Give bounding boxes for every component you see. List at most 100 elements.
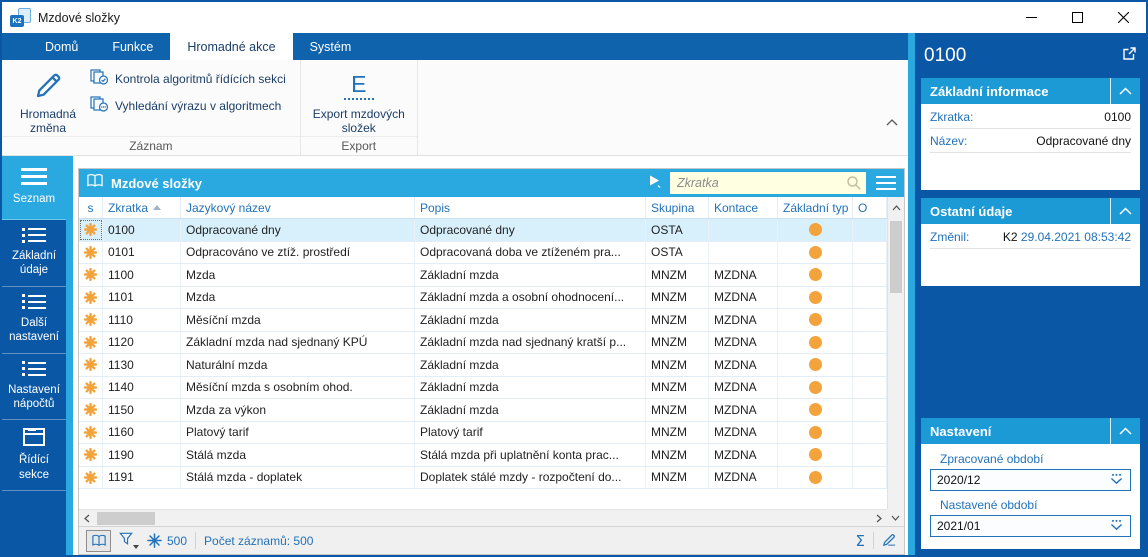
scroll-down-button[interactable] [887,509,904,526]
quick-search [670,172,866,194]
table-row[interactable]: 1110 Měsíční mzda Základní mzda MNZM MZD… [79,309,887,332]
cell-kontace: MZDNA [709,376,778,398]
cell-zkratka: 0100 [103,219,181,241]
cell-jazykovy-nazev: Odpracované dny [181,219,415,241]
column-header-popis[interactable]: Popis [415,197,646,218]
table-row[interactable]: 1101 Mzda Základní mzda a osobní ohodnoc… [79,286,887,309]
minimize-button[interactable] [1008,2,1054,33]
tab-domu[interactable]: Domů [28,33,95,60]
tab-funkce[interactable]: Funkce [95,33,170,60]
search-input[interactable] [670,172,866,194]
field-nazev: Název: Odpracované dny [930,129,1131,153]
table-row[interactable]: 1191 Stálá mzda - doplatek Doplatek stál… [79,466,887,489]
cell-skupina: MNZM [646,399,709,421]
period-dropdown-icon[interactable] [1109,473,1124,488]
bulk-change-button[interactable]: Hromadná změna [12,65,84,136]
cell-o [853,264,887,286]
table-row[interactable]: 0101 Odpracováno ve ztíž. prostředí Odpr… [79,241,887,264]
horizontal-scrollbar[interactable] [79,509,887,526]
edit-button[interactable] [882,532,897,550]
cell-kontace [709,241,778,263]
check-algorithms-button[interactable]: Kontrola algoritmů řídících sekci [90,69,286,88]
collapse-card-button[interactable] [1110,198,1140,224]
sidebar-item-nastaveni-napoctu[interactable]: Nastavení nápočtů [2,354,66,421]
tab-system[interactable]: Systém [293,33,369,60]
column-header-o[interactable]: O [853,197,887,218]
maximize-button[interactable] [1054,2,1100,33]
sidebar-item-dalsi-nastaveni[interactable]: Další nastavení [2,287,66,354]
filter-button[interactable] [119,532,139,549]
column-header-skupina[interactable]: Skupina [646,197,709,218]
column-header-kontace[interactable]: Kontace [709,197,778,218]
table-row[interactable]: 0100 Odpracované dny Odpracované dny OST… [79,219,887,242]
table-body: 0100 Odpracované dny Odpracované dny OST… [79,219,887,509]
sidebar-item-seznam[interactable]: Seznam [2,156,66,220]
table-row[interactable]: 1130 Naturální mzda Základní mzda MNZM M… [79,354,887,377]
column-header-zkratka[interactable]: Zkratka [103,197,181,218]
detail-panel-splitter[interactable] [908,33,915,555]
ribbon-collapse-button[interactable] [886,113,898,131]
scroll-right-button[interactable] [871,514,887,523]
vertical-scrollbar[interactable] [887,219,904,509]
cell-o [853,444,887,466]
set-period-field[interactable]: 2021/01 [930,515,1131,537]
pencil-icon [32,65,64,107]
collapse-card-button[interactable] [1110,78,1140,104]
sidebar-splitter[interactable] [66,156,73,555]
find-expression-button[interactable]: Vyhledání výrazu v algoritmech [90,96,286,115]
processed-period-field[interactable]: 2020/12 [930,469,1131,491]
scroll-up-button[interactable] [887,197,904,219]
column-header-jazykovy-nazev[interactable]: Jazykový název [181,197,415,218]
cell-zakladni-typ [778,286,853,308]
table-menu-icon[interactable] [873,175,899,191]
close-icon [1117,12,1129,23]
cell-kontace: MZDNA [709,331,778,353]
asterisk-icon [84,313,97,327]
period-dropdown-icon[interactable] [1109,519,1124,534]
chevron-up-icon [1119,427,1132,435]
record-limit-value: 500 [167,533,188,548]
record-limit-button[interactable]: 500 [147,533,187,548]
row-status-cell [79,466,103,488]
table-row[interactable]: 1160 Platový tarif Platový tarif MNZM MZ… [79,421,887,444]
table-title: Mzdové složky [111,175,203,191]
table-row[interactable]: 1190 Stálá mzda Stálá mzda při uplatnění… [79,444,887,467]
open-external-button[interactable] [1121,46,1137,67]
app-window: K2 Mzdové složky Domů Funkce Hromadné ak… [0,0,1148,557]
base-type-dot-icon [808,358,822,372]
scroll-left-button[interactable] [79,514,95,523]
tab-hromadne-akce[interactable]: Hromadné akce [170,33,293,60]
chevron-up-icon [892,205,900,211]
table-row[interactable]: 1120 Základní mzda nad sjednaný KPÚ Zákl… [79,331,887,354]
ribbon-group-export: E Export mzdových složek Export [300,60,418,155]
close-button[interactable] [1100,2,1146,33]
cell-zkratka: 1100 [103,264,181,286]
changed-at: 29.04.2021 08:53:42 [1020,230,1131,244]
run-filter-icon[interactable] [648,174,663,193]
table-status-bar: 500 Počet záznamů: 500 Σ [79,526,904,554]
export-wage-components-button[interactable]: E Export mzdových složek [311,65,407,136]
sidebar-item-zakladni-udaje[interactable]: Základní údaje [2,220,66,287]
chevron-up-icon [886,119,898,126]
settings-card: Nastavení Zpracované období 2020/12 Nast… [921,418,1140,549]
cell-zkratka: 1101 [103,286,181,308]
ribbon: Hromadná změna Kontrola algoritmů řídící… [2,60,908,156]
base-type-dot-icon [808,223,822,237]
book-view-button[interactable] [86,529,111,552]
settings-header: Nastavení [921,418,1140,444]
column-header-zakladni-typ[interactable]: Základní typ [778,197,853,218]
sidebar-item-ridici-sekce[interactable]: Řídící sekce [2,420,66,491]
column-header-s[interactable]: s [79,197,103,218]
table-row[interactable]: 1150 Mzda za výkon Základní mzda MNZM MZ… [79,399,887,422]
table-row[interactable]: 1100 Mzda Základní mzda MNZM MZDNA [79,264,887,287]
horizontal-scrollbar-thumb[interactable] [97,511,155,525]
base-type-dot-icon [808,268,822,282]
row-status-cell [79,286,103,308]
vertical-scrollbar-thumb[interactable] [890,221,902,293]
search-icon[interactable] [846,175,862,196]
collapse-card-button[interactable] [1110,418,1140,444]
sum-button[interactable]: Σ [856,532,865,550]
table-row[interactable]: 1140 Měsíční mzda s osobním ohod. Základ… [79,376,887,399]
sidebar-item-label: Další nastavení [9,316,59,344]
field-zmenil: Změnil: K2 29.04.2021 08:53:42 [930,225,1131,249]
